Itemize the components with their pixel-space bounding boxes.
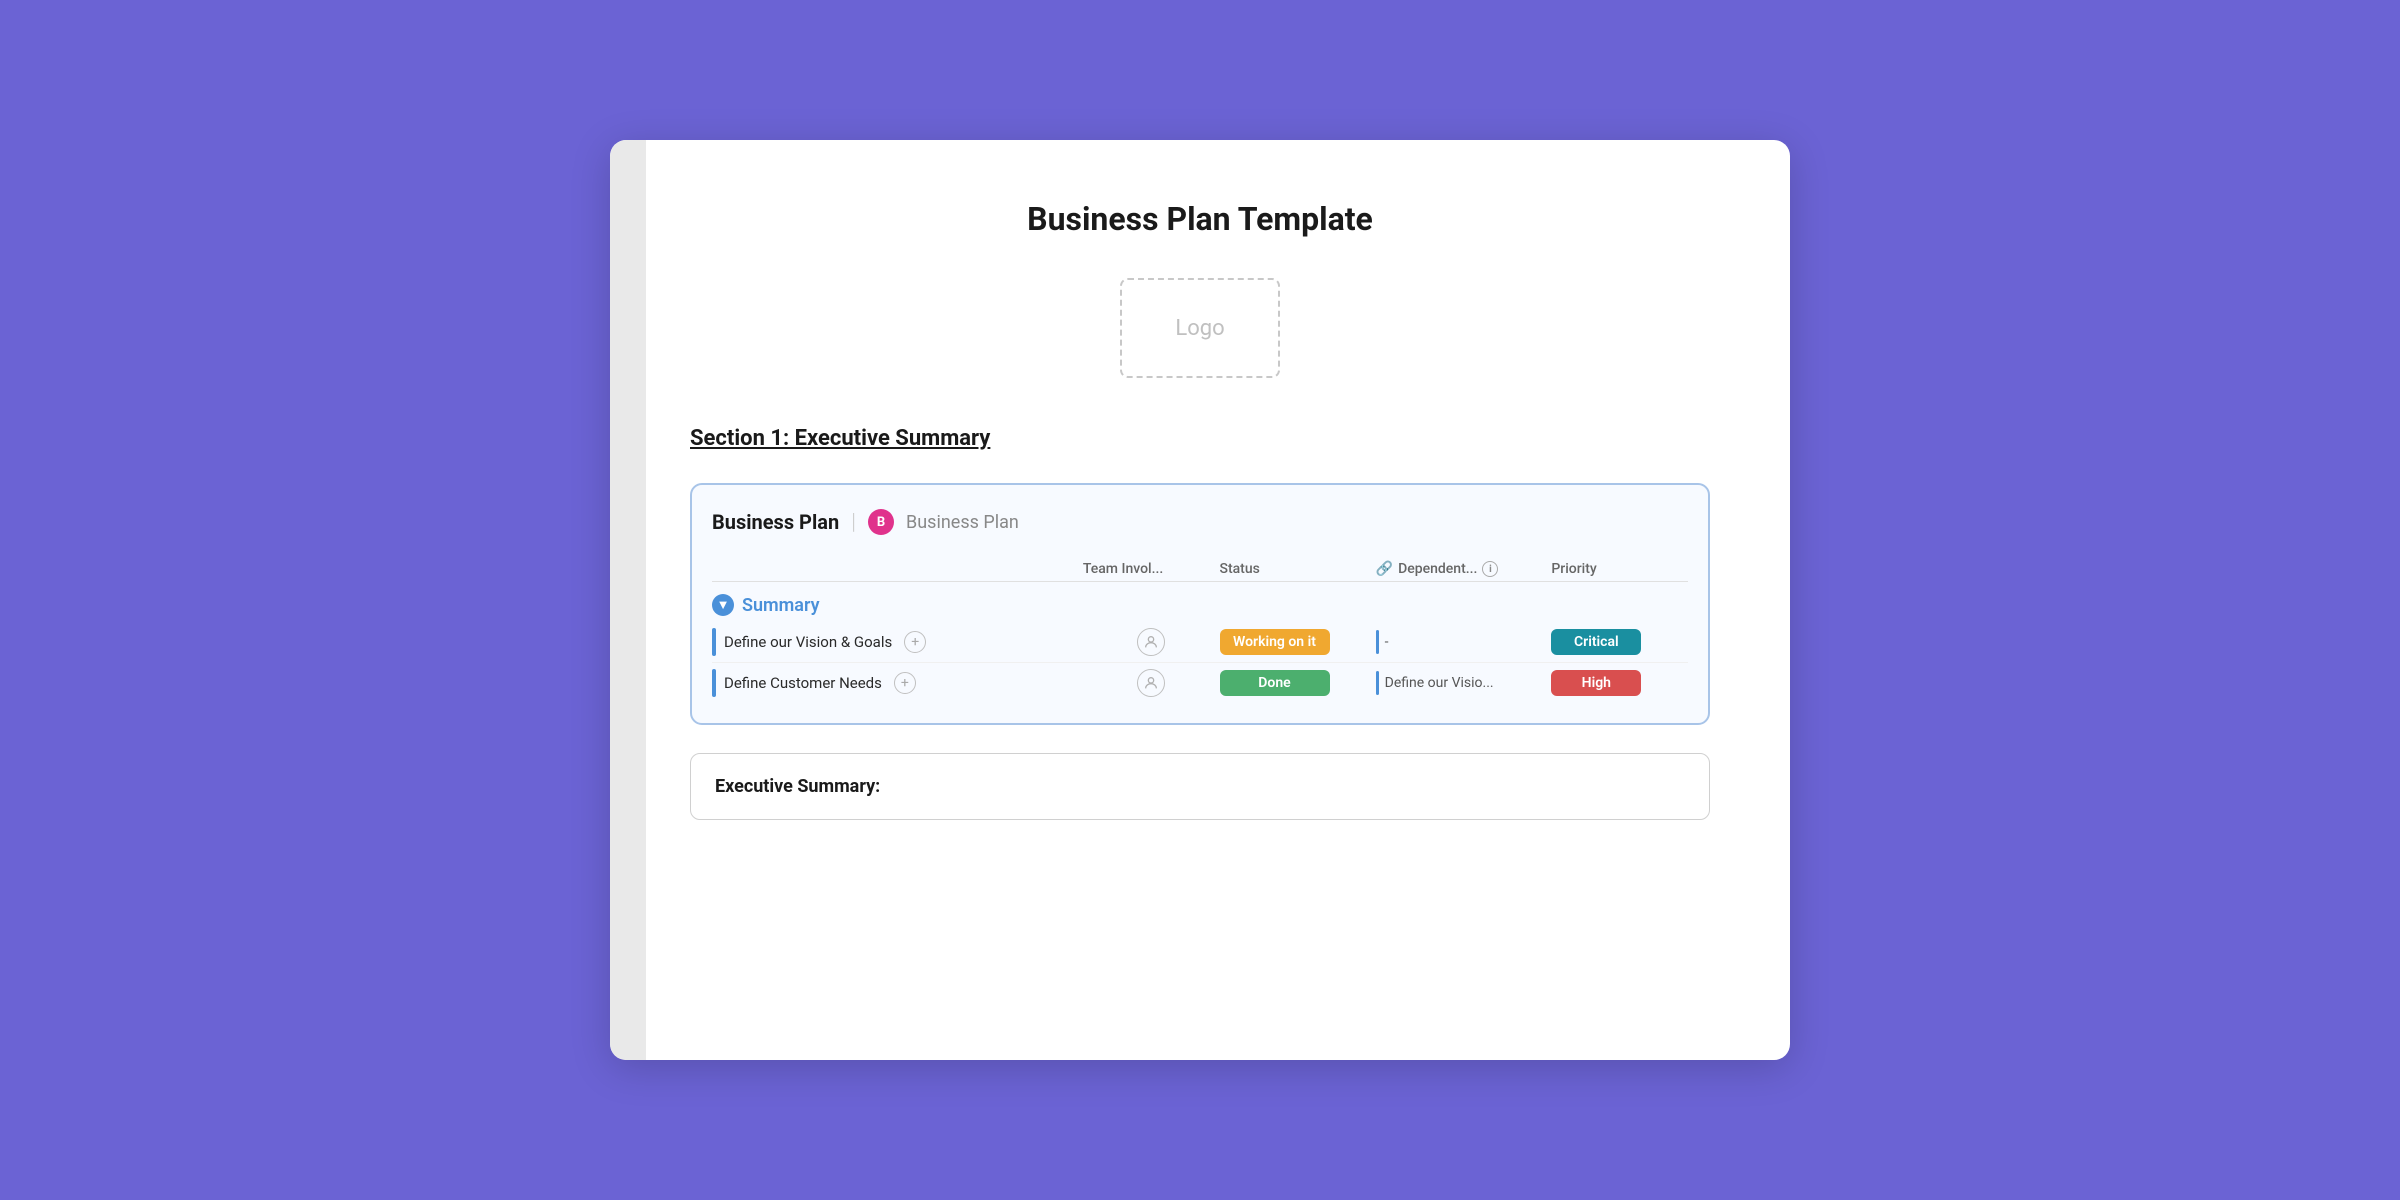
board-title: Business Plan xyxy=(712,510,839,534)
sidebar-strip xyxy=(610,140,646,1060)
priority-cell-1: Critical xyxy=(1551,629,1688,655)
logo-placeholder: Logo xyxy=(1120,278,1280,378)
col-header-team: Team Invol... xyxy=(1083,561,1220,577)
col-header-dep: 🔗 Dependent... i xyxy=(1376,561,1552,577)
task-name-cell-2: Define Customer Needs + xyxy=(712,669,1083,697)
task-name-cell-1: Define our Vision & Goals + xyxy=(712,628,1083,656)
task-name-2: Define Customer Needs xyxy=(724,674,882,692)
dep-value-2: Define our Visio... xyxy=(1385,675,1494,691)
table-row: Define our Vision & Goals + Working on i… xyxy=(712,622,1688,663)
task-board: Business Plan | B Business Plan Team Inv… xyxy=(690,483,1710,725)
board-header: Business Plan | B Business Plan xyxy=(712,509,1688,535)
status-cell-2: Done xyxy=(1220,670,1376,696)
status-cell-1: Working on it xyxy=(1220,629,1376,655)
section-heading: Section 1: Executive Summary xyxy=(690,426,1710,451)
logo-text: Logo xyxy=(1175,316,1224,341)
add-subtask-button-2[interactable]: + xyxy=(894,672,916,694)
task-bar-2 xyxy=(712,669,716,697)
priority-cell-2: High xyxy=(1551,670,1688,696)
status-badge-1: Working on it xyxy=(1220,629,1330,655)
task-bar-1 xyxy=(712,628,716,656)
avatar-1 xyxy=(1137,628,1165,656)
link-icon: 🔗 xyxy=(1376,561,1393,577)
column-headers: Team Invol... Status 🔗 Dependent... i Pr… xyxy=(712,555,1688,582)
document-title: Business Plan Template xyxy=(690,200,1710,238)
dep-cell-2: Define our Visio... xyxy=(1376,671,1552,695)
dep-bar-2 xyxy=(1376,671,1379,695)
table-row: Define Customer Needs + Done Define our … xyxy=(712,663,1688,703)
dep-cell-1: - xyxy=(1376,630,1552,654)
dep-bar-1 xyxy=(1376,630,1379,654)
board-header-separator: | xyxy=(851,510,856,535)
priority-badge-2: High xyxy=(1551,670,1641,696)
dep-value-1: - xyxy=(1385,634,1389,650)
col-header-priority: Priority xyxy=(1551,561,1688,577)
board-badge-label: Business Plan xyxy=(906,512,1019,533)
info-icon: i xyxy=(1482,561,1498,577)
status-badge-2: Done xyxy=(1220,670,1330,696)
priority-badge-1: Critical xyxy=(1551,629,1641,655)
team-cell-1 xyxy=(1083,628,1220,656)
executive-summary-box: Executive Summary: xyxy=(690,753,1710,820)
team-cell-2 xyxy=(1083,669,1220,697)
summary-group-row: ▼ Summary xyxy=(712,584,1688,622)
document-container: Business Plan Template Logo Section 1: E… xyxy=(610,140,1790,1060)
summary-chevron-icon[interactable]: ▼ xyxy=(712,594,734,616)
avatar-2 xyxy=(1137,669,1165,697)
summary-group-label: Summary xyxy=(742,595,820,616)
executive-summary-title: Executive Summary: xyxy=(715,776,880,797)
task-name-1: Define our Vision & Goals xyxy=(724,633,892,651)
col-header-status: Status xyxy=(1220,561,1376,577)
board-badge: B xyxy=(868,509,894,535)
add-subtask-button-1[interactable]: + xyxy=(904,631,926,653)
